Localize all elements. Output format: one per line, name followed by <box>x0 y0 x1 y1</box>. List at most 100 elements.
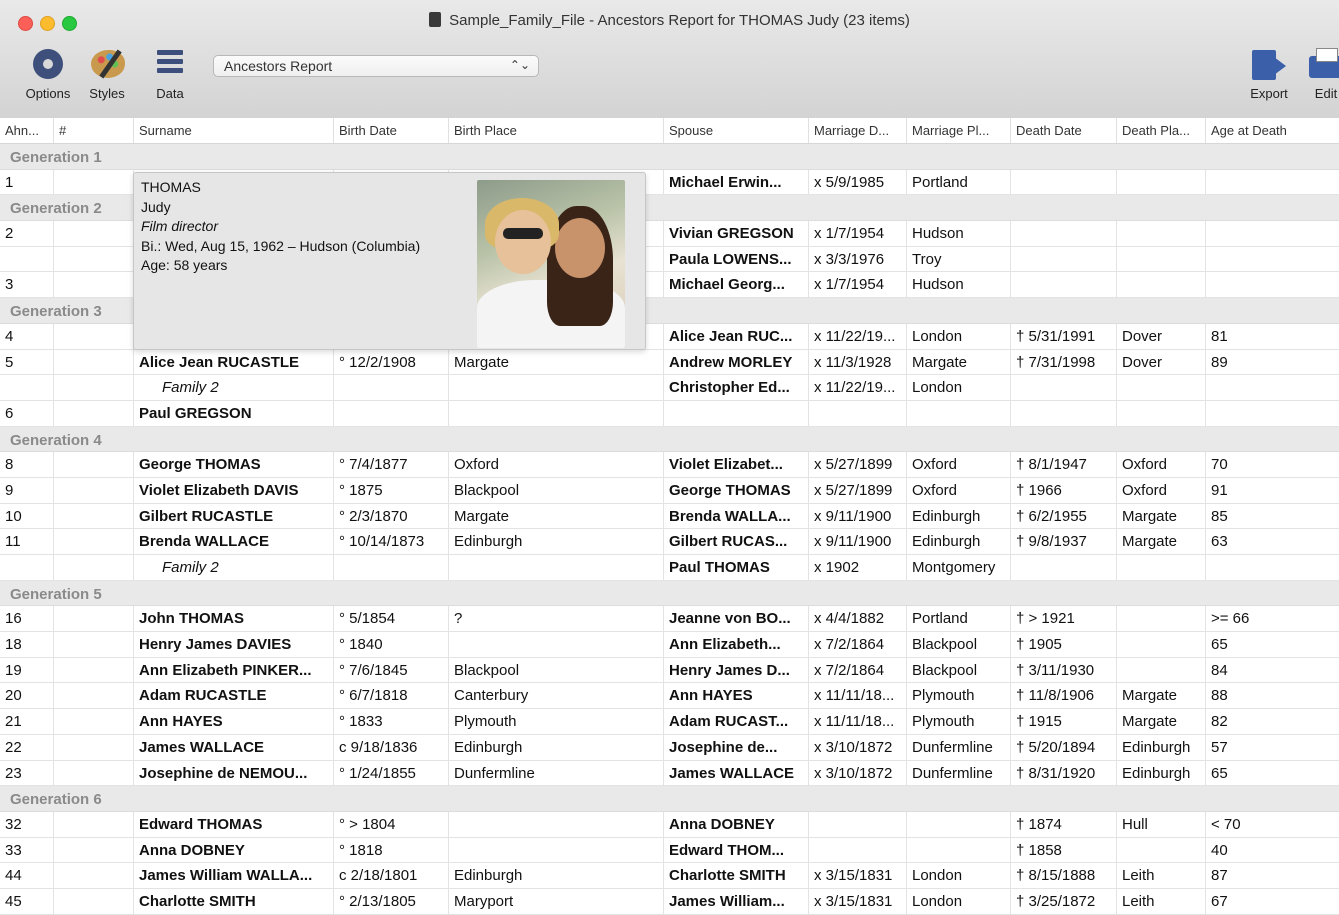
cell-number <box>54 657 134 683</box>
cell-birth-date: ° > 1804 <box>334 811 449 837</box>
table-row[interactable]: 44 James William WALLA... c 2/18/1801 Edinb… <box>0 863 1339 889</box>
cell-marriage-place: London <box>907 888 1011 914</box>
cell-birth-place: Edinburgh <box>449 863 664 888</box>
table-row[interactable]: 19 Ann Elizabeth PINKER... ° 7/6/1845 Black… <box>0 657 1339 684</box>
cell-marriage-date: x 5/27/1899 <box>809 452 907 477</box>
column-header-number[interactable]: # <box>54 118 134 143</box>
cell-ahnentafel: 22 <box>0 734 54 760</box>
table-row[interactable]: Family 2 Paul THOMAS x 1902 Montgomery <box>0 555 1339 581</box>
column-header-birth-place[interactable]: Birth Place <box>449 118 664 143</box>
column-header-marriage-date[interactable]: Marriage D... <box>809 118 907 143</box>
cell-death-date: † 3/11/1930 <box>1011 657 1117 683</box>
cell-birth-date: c 9/18/1836 <box>334 734 449 760</box>
generation-header-row[interactable]: Generation 5 <box>0 580 1339 607</box>
person-given-name: Judy <box>141 198 171 215</box>
cell-number <box>54 169 134 195</box>
column-header-death-date[interactable]: Death Date <box>1011 118 1117 143</box>
cell-birth-place: Margate <box>449 503 664 529</box>
table-row[interactable]: 5 Alice Jean RUCASTLE ° 12/2/1908 Margate An… <box>0 349 1339 376</box>
table-row[interactable]: Family 2 Christopher Ed... x 11/22/19... Lo… <box>0 375 1339 401</box>
cell-marriage-date: x 11/22/19... <box>809 323 907 349</box>
cell-death-date: † 8/31/1920 <box>1011 760 1117 786</box>
generation-header-row[interactable]: Generation 6 <box>0 786 1339 812</box>
cell-marriage-date: x 3/10/1872 <box>809 734 907 760</box>
generation-header-row[interactable]: Generation 1 <box>0 144 1339 170</box>
cell-death-place <box>1117 555 1206 580</box>
cell-age-at-death: >= 66 <box>1211 610 1250 628</box>
table-row[interactable]: 9 Violet Elizabeth DAVIS ° 1875 Blackpool Ge… <box>0 477 1339 504</box>
edit-button[interactable]: Edit <box>1306 46 1339 101</box>
gear-icon <box>29 46 67 82</box>
table-row[interactable]: 20 Adam RUCASTLE ° 6/7/1818 Canterbury Ann H… <box>0 683 1339 710</box>
cell-ahnentafel <box>0 375 54 400</box>
cell-marriage-place: Oxford <box>907 477 1011 503</box>
cell-age-at-death <box>1206 401 1339 426</box>
cell-marriage-place: London <box>907 375 1011 400</box>
table-row[interactable]: 32 Edward THOMAS ° > 1804 Anna DOBNEY † 1874… <box>0 811 1339 838</box>
cell-birth-place: Blackpool <box>449 657 664 683</box>
column-header-spouse[interactable]: Spouse <box>664 118 809 143</box>
cell-death-date: † 5/20/1894 <box>1011 734 1117 760</box>
cell-marriage-date: x 3/3/1976 <box>809 246 907 272</box>
chevron-updown-icon: ⌃⌄ <box>509 58 530 72</box>
table-row[interactable]: 16 John THOMAS ° 5/1854? Jeanne von BO... x … <box>0 606 1339 633</box>
table-row[interactable]: 6 Paul GREGSON <box>0 400 1339 427</box>
cell-spouse: Michael Erwin... <box>664 169 809 195</box>
cell-age-at-death: 65 <box>1211 764 1228 782</box>
cell-death-place: Edinburgh <box>1117 760 1206 786</box>
cell-marriage-place: Troy <box>907 246 1011 272</box>
cell-age-at-death <box>1206 555 1339 580</box>
table-row[interactable]: 22 James WALLACE c 9/18/1836 Edinburgh Josep… <box>0 734 1339 761</box>
cell-marriage-place: Blackpool <box>907 632 1011 657</box>
cell-birth-place: Edinburgh <box>449 734 664 760</box>
table-row[interactable]: 21 Ann HAYES ° 1833 Plymouth Adam RUCAST... x… <box>0 709 1339 735</box>
window-title-bar: Sample_Family_File - Ancestors Report fo… <box>0 12 1339 29</box>
cell-marriage-date: x 11/22/19... <box>809 375 907 400</box>
cell-ahnentafel: 11 <box>0 529 54 554</box>
cell-age-at-death: 91 <box>1211 481 1228 499</box>
cell-birth-place: Blackpool <box>449 477 664 503</box>
cell-death-place <box>1117 221 1206 246</box>
cell-age-at-death <box>1206 272 1339 297</box>
column-header-ahnentafel[interactable]: Ahn... <box>0 118 54 143</box>
cell-death-place: Oxford <box>1117 477 1206 503</box>
cell-surname: John THOMAS <box>134 606 334 632</box>
table-row[interactable]: 33 Anna DOBNEY ° 1818 Edward THOM... † 1858 4… <box>0 837 1339 864</box>
options-button[interactable]: Options <box>20 46 76 101</box>
column-header-death-place[interactable]: Death Pla... <box>1117 118 1206 143</box>
export-button[interactable]: Export <box>1240 46 1298 101</box>
cell-ahnentafel: 3 <box>0 272 54 298</box>
cell-birth-place <box>449 555 664 580</box>
cell-age-at-death: 88 <box>1211 687 1228 705</box>
report-type-select[interactable]: Ancestors Report ⌃⌄ <box>213 55 539 77</box>
cell-birth-place: Plymouth <box>449 709 664 734</box>
cell-marriage-date: x 5/27/1899 <box>809 477 907 503</box>
cell-surname: Ann Elizabeth PINKER... <box>134 657 334 683</box>
styles-button[interactable]: Styles <box>82 46 132 101</box>
cell-marriage-place: Edinburgh <box>907 503 1011 529</box>
cell-death-place <box>1117 272 1206 298</box>
cell-death-place <box>1117 375 1206 400</box>
table-row[interactable]: 8 George THOMAS ° 7/4/1877 Oxford Violet Eli… <box>0 452 1339 478</box>
cell-death-place: Hull <box>1117 811 1206 837</box>
cell-ahnentafel: 19 <box>0 657 54 683</box>
table-row[interactable]: 18 Henry James DAVIES ° 1840 Ann Elizabeth.… <box>0 632 1339 658</box>
cell-marriage-date: x 1/7/1954 <box>809 272 907 298</box>
table-row[interactable]: 10 Gilbert RUCASTLE ° 2/3/1870 Margate Brend… <box>0 503 1339 530</box>
cell-birth-date <box>334 400 449 426</box>
column-header-marriage-place[interactable]: Marriage Pl... <box>907 118 1011 143</box>
cell-ahnentafel: 1 <box>0 169 54 195</box>
column-header-birth-date[interactable]: Birth Date <box>334 118 449 143</box>
cell-number <box>54 349 134 375</box>
table-row[interactable]: 45 Charlotte SMITH ° 2/13/1805 Maryport Jame… <box>0 888 1339 915</box>
cell-marriage-place: Plymouth <box>907 683 1011 709</box>
window-title: Sample_Family_File - Ancestors Report fo… <box>449 12 910 29</box>
column-header-surname[interactable]: Surname <box>134 118 334 143</box>
table-row[interactable]: 23 Josephine de NEMOU... ° 1/24/1855 Dunfer… <box>0 760 1339 787</box>
table-row[interactable]: 11 Brenda WALLACE ° 10/14/1873 Edinburgh Gil… <box>0 529 1339 555</box>
data-button[interactable]: Data <box>148 46 192 101</box>
column-header-age-at-death[interactable]: Age at Death <box>1206 118 1339 143</box>
cell-ahnentafel: 33 <box>0 837 54 863</box>
generation-header-row[interactable]: Generation 4 <box>0 426 1339 453</box>
cell-death-date: † 1858 <box>1011 837 1117 863</box>
